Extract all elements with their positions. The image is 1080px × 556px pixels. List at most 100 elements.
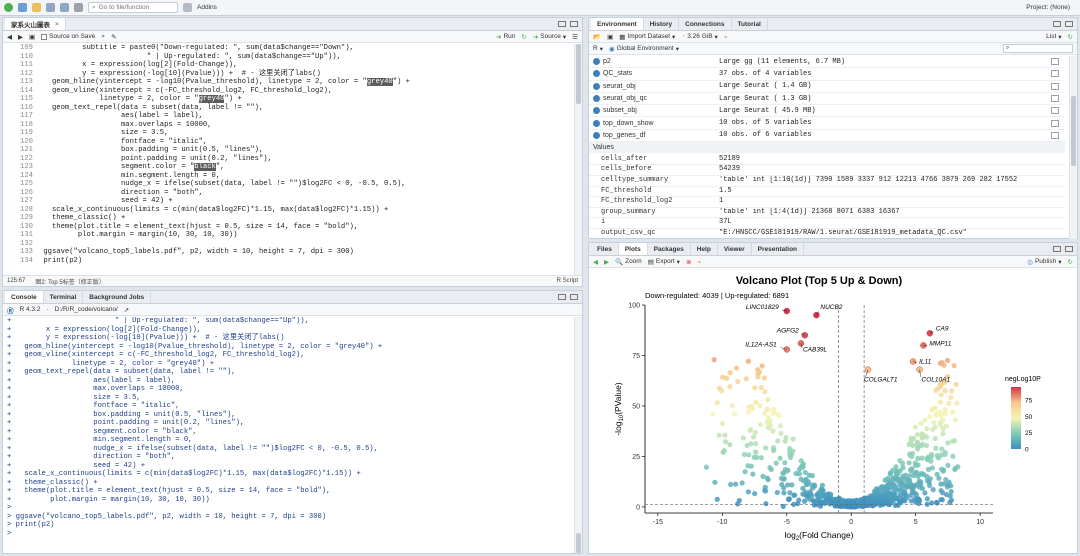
expand-icon[interactable] (593, 119, 600, 127)
expand-icon[interactable] (593, 70, 600, 78)
expand-icon[interactable] (593, 58, 600, 66)
scatter-point (758, 455, 765, 461)
tab-viewer[interactable]: Viewer (718, 243, 752, 255)
volcano-plot: Volcano Plot (Top 5 Up & Down) Down-regul… (589, 269, 1077, 553)
broom-icon[interactable]: ⌁ (724, 33, 728, 41)
source-on-save-checkbox[interactable]: Source on Save (41, 33, 95, 40)
minimize-icon[interactable] (558, 294, 566, 300)
env-data-row[interactable]: seurat_obj_qc Large Seurat ( 1.3 GB) (589, 93, 1065, 106)
code-line: point.padding = unit(0.2, "lines"), (39, 154, 272, 163)
rerun-icon[interactable]: ↻ (521, 33, 526, 41)
plots-tabbar: Files Plots Packages Help Viewer Presentation (589, 243, 1077, 256)
scatter-point (800, 491, 806, 497)
goto-file-input[interactable]: ⌕ Go to file/function (88, 2, 178, 13)
refresh-icon[interactable]: ↻ (1068, 33, 1073, 41)
editor-scrollbar[interactable] (574, 44, 582, 276)
grid-icon[interactable] (183, 3, 192, 12)
console-output[interactable]: + " | Up-regulated: ", sum(data$change==… (7, 317, 574, 553)
line-number: 117 (20, 112, 33, 120)
tab-packages[interactable]: Packages (648, 243, 691, 255)
export-button[interactable]: ▤ Export ▾ (648, 258, 680, 266)
env-value-row[interactable]: output_csv_qc "E:/HNSCC/GSE181919/RAW/1.s… (589, 227, 1065, 238)
view-table-icon[interactable] (1051, 58, 1059, 66)
env-scrollbar[interactable] (1069, 56, 1077, 239)
save-icon[interactable] (46, 3, 55, 12)
tab-files[interactable]: Files (591, 243, 619, 255)
tab-environment[interactable]: Environment (591, 18, 644, 30)
env-data-row[interactable]: p2 Large gg (11 elements, 6.7 MB) (589, 56, 1065, 69)
tab-background-jobs[interactable]: Background Jobs (83, 291, 152, 303)
go-to-dir-icon[interactable]: ➚ (124, 306, 129, 314)
console-scrollbar[interactable] (574, 317, 582, 553)
view-table-icon[interactable] (1051, 82, 1059, 90)
code-editor[interactable]: subtitle = paste0("Down-regulated: ", su… (39, 44, 574, 276)
open-icon[interactable]: 📂 (593, 33, 601, 41)
next-plot-icon[interactable]: ▶ (604, 258, 609, 266)
tab-console[interactable]: Console (5, 291, 44, 303)
save-icon[interactable]: ▣ (29, 33, 35, 41)
minimize-icon[interactable] (558, 21, 566, 27)
working-directory[interactable]: D:/R/R_code/volcano/ (55, 306, 118, 313)
tab-history[interactable]: History (644, 18, 680, 30)
project-menu[interactable]: Project: (None) (1026, 4, 1070, 11)
scope-context[interactable]: 图2: Top 5标签（修正版） (35, 277, 104, 286)
view-mode-button[interactable]: List ▾ (1046, 33, 1061, 41)
maximize-icon[interactable] (570, 21, 578, 27)
env-search-input[interactable]: ⌕ (1003, 44, 1073, 53)
env-data-row[interactable]: QC_stats 37 obs. of 4 variables (589, 68, 1065, 81)
language-select[interactable]: R ▾ (593, 45, 603, 53)
run-button[interactable]: ➜ Run (496, 33, 515, 41)
addins-menu[interactable]: Addins (197, 4, 217, 11)
wand-icon[interactable]: ✎ (111, 33, 116, 41)
tab-connections[interactable]: Connections (679, 18, 732, 30)
file-type[interactable]: R Script (557, 278, 578, 284)
save-icon[interactable]: ▣ (607, 33, 613, 41)
minimize-icon[interactable] (1053, 21, 1061, 27)
outline-icon[interactable]: ☰ (572, 33, 578, 41)
tab-presentation[interactable]: Presentation (752, 243, 805, 255)
zoom-button[interactable]: 🔍 Zoom (615, 258, 642, 266)
publish-button[interactable]: ◎ Publish ▾ (1027, 258, 1061, 266)
close-icon[interactable]: × (55, 21, 59, 28)
view-table-icon[interactable] (1051, 95, 1059, 103)
expand-icon[interactable] (593, 131, 600, 139)
search-icon[interactable]: ⌕ (101, 33, 105, 41)
env-data-row[interactable]: seurat_obj Large Seurat ( 1.4 GB) (589, 81, 1065, 93)
back-arrow-icon[interactable]: ◀ (7, 33, 12, 41)
import-dataset-button[interactable]: ▦ Import Dataset ▾ (619, 33, 675, 41)
tab-help[interactable]: Help (691, 243, 718, 255)
minimize-icon[interactable] (1053, 246, 1061, 252)
source-button[interactable]: ➜ Source ▾ (533, 33, 566, 41)
view-table-icon[interactable] (1051, 131, 1059, 139)
expand-icon[interactable] (593, 107, 600, 115)
memory-usage[interactable]: ◔ 3.26 GiB ▾ (681, 33, 718, 41)
broom-icon[interactable]: ⌁ (697, 258, 701, 266)
maximize-icon[interactable] (1065, 246, 1073, 252)
scatter-point (802, 469, 808, 476)
tab-tutorial[interactable]: Tutorial (732, 18, 768, 30)
tab-terminal[interactable]: Terminal (44, 291, 84, 303)
print-icon[interactable] (74, 3, 83, 12)
new-file-icon[interactable] (4, 3, 13, 12)
env-data-row[interactable]: subset_obj Large Seurat ( 45.9 MB) (589, 105, 1065, 118)
open-file-icon[interactable] (32, 3, 41, 12)
expand-icon[interactable] (593, 95, 600, 103)
prev-plot-icon[interactable]: ◀ (593, 258, 598, 266)
open-project-icon[interactable] (18, 3, 27, 12)
maximize-icon[interactable] (1065, 21, 1073, 27)
maximize-icon[interactable] (570, 294, 578, 300)
refresh-icon[interactable]: ↻ (1068, 258, 1073, 266)
editor-file-tab[interactable]: 家系火山圖表 × (5, 18, 66, 30)
scatter-point (903, 472, 909, 478)
view-table-icon[interactable] (1051, 70, 1059, 78)
env-data-row[interactable]: top_genes_df 10 obs. of 6 variables (589, 130, 1065, 143)
tab-plots[interactable]: Plots (618, 243, 648, 255)
expand-icon[interactable] (593, 82, 600, 90)
remove-plot-icon[interactable]: ⊗ (686, 258, 691, 266)
forward-arrow-icon[interactable]: ▶ (18, 33, 23, 41)
scope-select[interactable]: ◉ Global Environment ▾ (609, 45, 679, 53)
view-table-icon[interactable] (1051, 107, 1059, 115)
view-table-icon[interactable] (1051, 119, 1059, 127)
env-data-row[interactable]: top_down_show 10 obs. of 5 variables (589, 118, 1065, 130)
save-all-icon[interactable] (60, 3, 69, 12)
